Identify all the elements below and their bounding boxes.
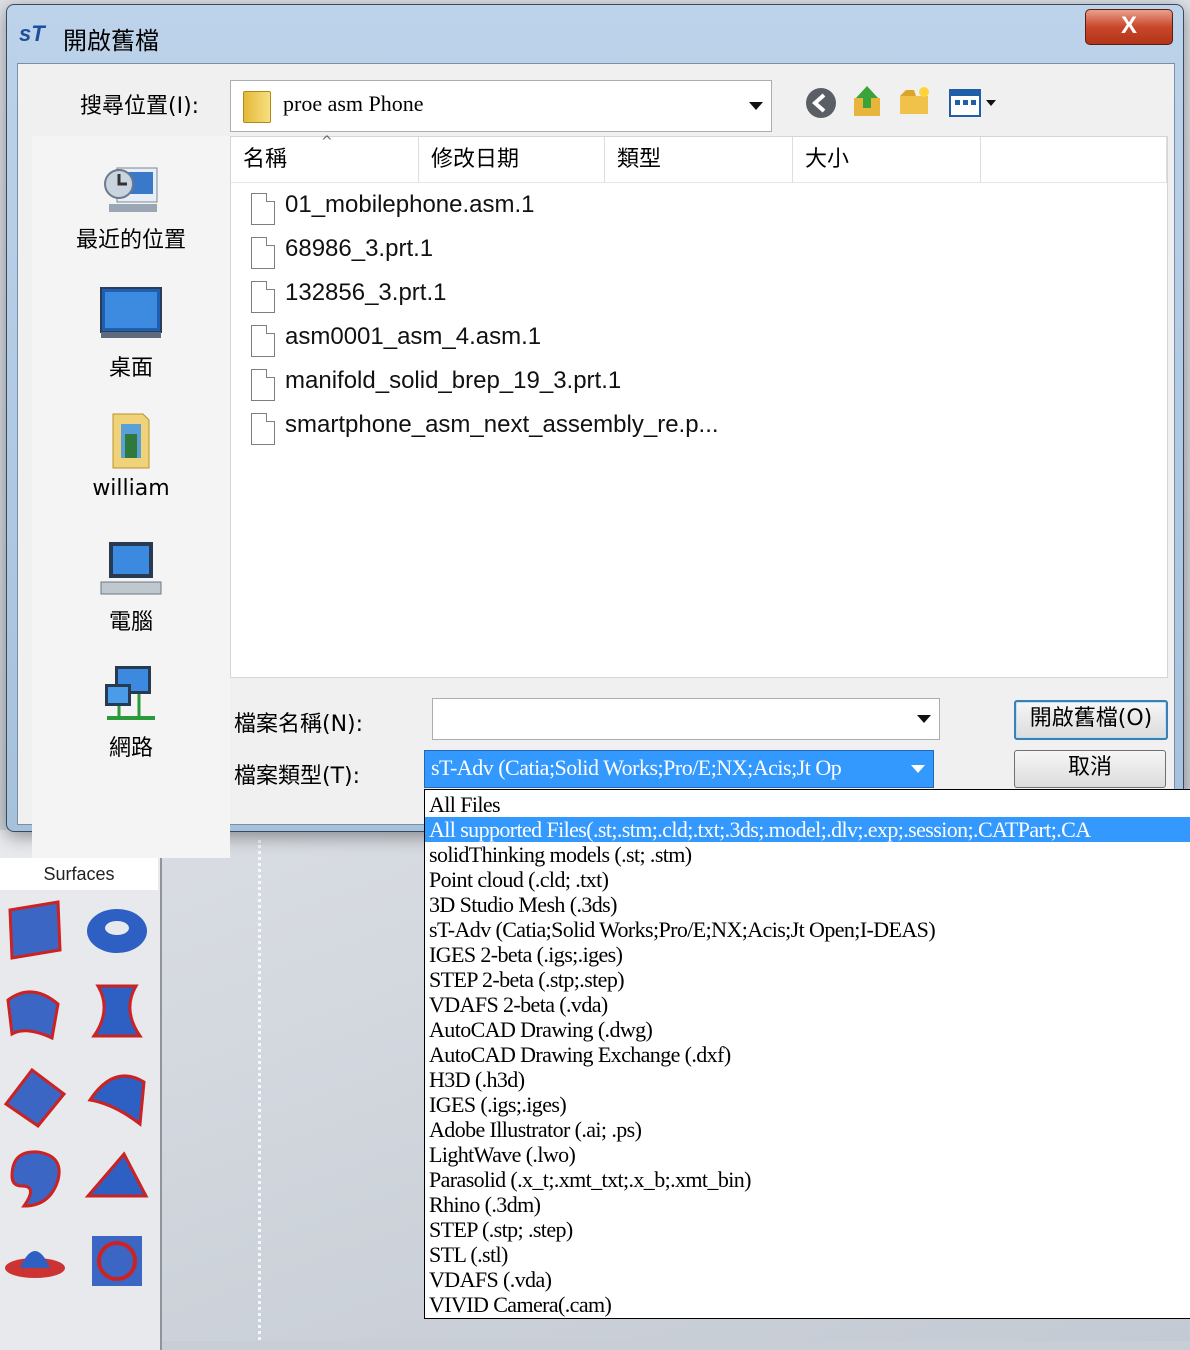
look-in-label: 搜尋位置(I): xyxy=(80,94,200,119)
file-icon xyxy=(251,369,275,401)
network-icon xyxy=(99,662,163,726)
surface-tool-extrude-icon[interactable] xyxy=(84,1146,150,1212)
back-arrow-icon xyxy=(806,88,836,118)
filetype-option[interactable]: VDAFS 2-beta (.vda) xyxy=(425,992,1190,1017)
filename-combo[interactable] xyxy=(432,698,940,740)
filetype-option[interactable]: LightWave (.lwo) xyxy=(425,1142,1190,1167)
filetype-option[interactable]: Adobe Illustrator (.ai; .ps) xyxy=(425,1117,1190,1142)
filetype-option[interactable]: IGES 2-beta (.igs;.iges) xyxy=(425,942,1190,967)
surface-tool-fill-icon[interactable] xyxy=(2,1146,68,1212)
filetype-option-selected[interactable]: All supported Files(.st;.stm;.cld;.txt;.… xyxy=(425,817,1190,842)
column-header-size[interactable]: 大小 xyxy=(793,137,981,183)
surface-tool-offset-icon[interactable] xyxy=(2,1228,68,1294)
place-desktop[interactable]: 桌面 xyxy=(32,282,230,382)
filetype-option[interactable]: 3D Studio Mesh (.3ds) xyxy=(425,892,1190,917)
place-label: 最近的位置 xyxy=(75,228,186,253)
chevron-down-icon[interactable] xyxy=(911,765,925,773)
filetype-option[interactable]: sT-Adv (Catia;Solid Works;Pro/E;NX;Acis;… xyxy=(425,917,1190,942)
close-button[interactable]: X xyxy=(1085,9,1173,45)
app-logo-icon: sT xyxy=(19,21,45,46)
filetype-option[interactable]: Parasolid (.x_t;.xmt_txt;.x_b;.xmt_bin) xyxy=(425,1167,1190,1192)
place-label: william xyxy=(92,476,170,501)
place-recent[interactable]: 最近的位置 xyxy=(32,154,230,254)
look-in-value: proe asm Phone xyxy=(283,91,424,116)
desktop-icon xyxy=(99,282,163,346)
filetype-option[interactable]: Point cloud (.cld; .txt) xyxy=(425,867,1190,892)
surface-tool-sweep-icon[interactable] xyxy=(2,1064,68,1130)
filetype-option[interactable]: VIVID Camera(.cam) xyxy=(425,1292,1190,1317)
filetype-option[interactable]: H3D (.h3d) xyxy=(425,1067,1190,1092)
file-name: asm0001_asm_4.asm.1 xyxy=(285,323,542,350)
file-name: manifold_solid_brep_19_3.prt.1 xyxy=(285,367,622,394)
filetype-option[interactable]: Rhino (.3dm) xyxy=(425,1192,1190,1217)
file-icon xyxy=(251,237,275,269)
file-name: 01_mobilephone.asm.1 xyxy=(285,191,535,218)
filetype-option[interactable]: AutoCAD Drawing (.dwg) xyxy=(425,1017,1190,1042)
filetype-label: 檔案類型(T): xyxy=(234,764,361,789)
view-grid-icon xyxy=(949,89,996,117)
filetype-option[interactable]: AutoCAD Drawing Exchange (.dxf) xyxy=(425,1042,1190,1067)
surface-tool-torus-icon[interactable] xyxy=(84,898,150,964)
surface-tool-patch-icon[interactable] xyxy=(2,898,68,964)
filetype-value: sT-Adv (Catia;Solid Works;Pro/E;NX;Acis;… xyxy=(431,755,842,780)
chevron-down-icon xyxy=(749,102,763,110)
filetype-option[interactable]: solidThinking models (.st; .stm) xyxy=(425,842,1190,867)
sort-ascending-icon: ^ xyxy=(321,134,333,150)
file-icon xyxy=(251,193,275,225)
file-icon xyxy=(251,325,275,357)
surface-tool-network-icon[interactable] xyxy=(84,1064,150,1130)
surface-tool-loft-icon[interactable] xyxy=(2,980,68,1046)
place-network[interactable]: 網路 xyxy=(32,662,230,762)
dialog-titlebar[interactable]: sT 開啟舊檔 X xyxy=(7,5,1183,63)
chevron-down-icon[interactable] xyxy=(917,715,931,723)
dialog-title: 開啟舊檔 xyxy=(63,27,159,55)
place-user[interactable]: william xyxy=(32,408,230,501)
column-header-name[interactable]: ^ 名稱 xyxy=(231,134,419,183)
places-bar: 最近的位置 桌面 william 電腦 網路 xyxy=(32,136,230,858)
new-folder-icon xyxy=(900,87,929,114)
up-folder-icon xyxy=(854,86,880,116)
place-computer[interactable]: 電腦 xyxy=(32,536,230,636)
column-header-type[interactable]: 類型 xyxy=(605,137,793,183)
viewport-grid-line xyxy=(258,840,261,1340)
palette-label-surfaces: Surfaces xyxy=(0,858,158,890)
cancel-button[interactable]: 取消 xyxy=(1014,750,1166,788)
file-list[interactable]: ^ 名稱 修改日期 類型 大小 01_mobilephone.asm.1 689… xyxy=(230,134,1168,678)
filetype-option[interactable]: STEP (.stp; .step) xyxy=(425,1217,1190,1242)
file-name: smartphone_asm_next_assembly_re.p... xyxy=(285,411,719,438)
place-label: 網路 xyxy=(108,736,153,761)
up-folder-button[interactable] xyxy=(850,84,884,118)
dialog-client-area: 搜尋位置(I): proe asm Phone 最近的位置 桌面 william… xyxy=(17,63,1175,858)
file-name: 68986_3.prt.1 xyxy=(285,235,434,262)
filetype-option[interactable]: STL (.stl) xyxy=(425,1242,1190,1267)
look-in-combo[interactable]: proe asm Phone xyxy=(230,80,772,132)
filename-input[interactable] xyxy=(437,703,901,735)
filetype-option[interactable]: IGES (.igs;.iges) xyxy=(425,1092,1190,1117)
file-icon xyxy=(251,413,275,445)
recent-places-icon xyxy=(99,154,163,218)
view-menu-button[interactable] xyxy=(948,86,1002,120)
column-header-modified[interactable]: 修改日期 xyxy=(419,137,605,183)
computer-icon xyxy=(99,536,163,600)
user-folder-icon xyxy=(99,408,163,472)
surface-tool-trim-icon[interactable] xyxy=(84,1228,150,1294)
filetype-dropdown-list[interactable]: All Files All supported Files(.st;.stm;.… xyxy=(424,789,1190,1319)
filetype-option[interactable]: All Files xyxy=(425,792,1190,817)
column-header-empty xyxy=(981,137,1167,183)
place-label: 桌面 xyxy=(108,356,153,381)
filename-label: 檔案名稱(N): xyxy=(234,712,364,737)
filetype-option[interactable]: STEP 2-beta (.stp;.step) xyxy=(425,967,1190,992)
filetype-option[interactable]: VDAFS (.vda) xyxy=(425,1267,1190,1292)
new-folder-button[interactable] xyxy=(898,84,932,118)
surface-tool-revolve-icon[interactable] xyxy=(84,980,150,1046)
file-name: 132856_3.prt.1 xyxy=(285,279,447,306)
open-file-dialog: sT 開啟舊檔 X 搜尋位置(I): proe asm Phone 最近的位置 xyxy=(6,4,1184,858)
folder-icon xyxy=(243,91,271,123)
open-button[interactable]: 開啟舊檔(O) xyxy=(1014,700,1168,740)
back-button[interactable] xyxy=(804,86,838,120)
file-icon xyxy=(251,281,275,313)
filetype-combo[interactable]: sT-Adv (Catia;Solid Works;Pro/E;NX;Acis;… xyxy=(424,750,934,788)
place-label: 電腦 xyxy=(108,610,153,635)
